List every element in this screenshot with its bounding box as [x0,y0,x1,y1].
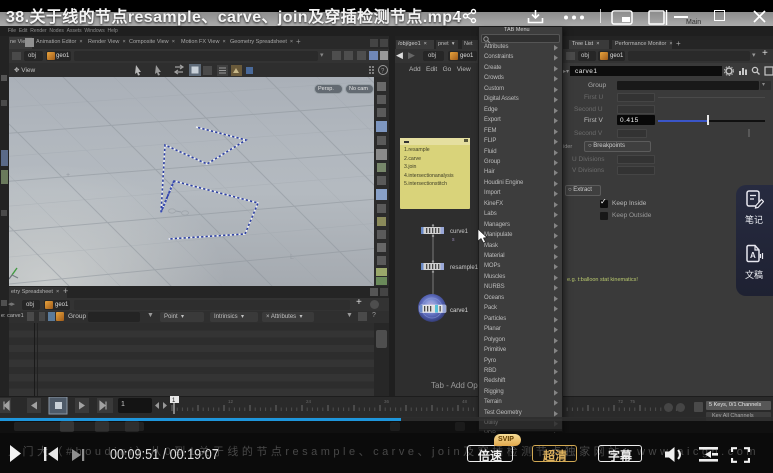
svg-text:24: 24 [306,399,312,404]
svg-text:L: L [290,254,294,261]
svg-text:?: ? [381,69,385,75]
svg-text:+: + [66,172,70,179]
svg-text:curve1: curve1 [450,229,469,235]
svg-text:s: s [452,237,455,243]
svg-text:12: 12 [228,399,234,404]
svg-text:48: 48 [462,399,468,404]
svg-text:72: 72 [618,399,624,404]
svg-text:resample1: resample1 [450,265,479,271]
svg-text:carve1: carve1 [450,308,469,314]
svg-text:A: A [750,251,756,260]
svg-text:75: 75 [630,399,636,404]
svg-text:36: 36 [384,399,390,404]
